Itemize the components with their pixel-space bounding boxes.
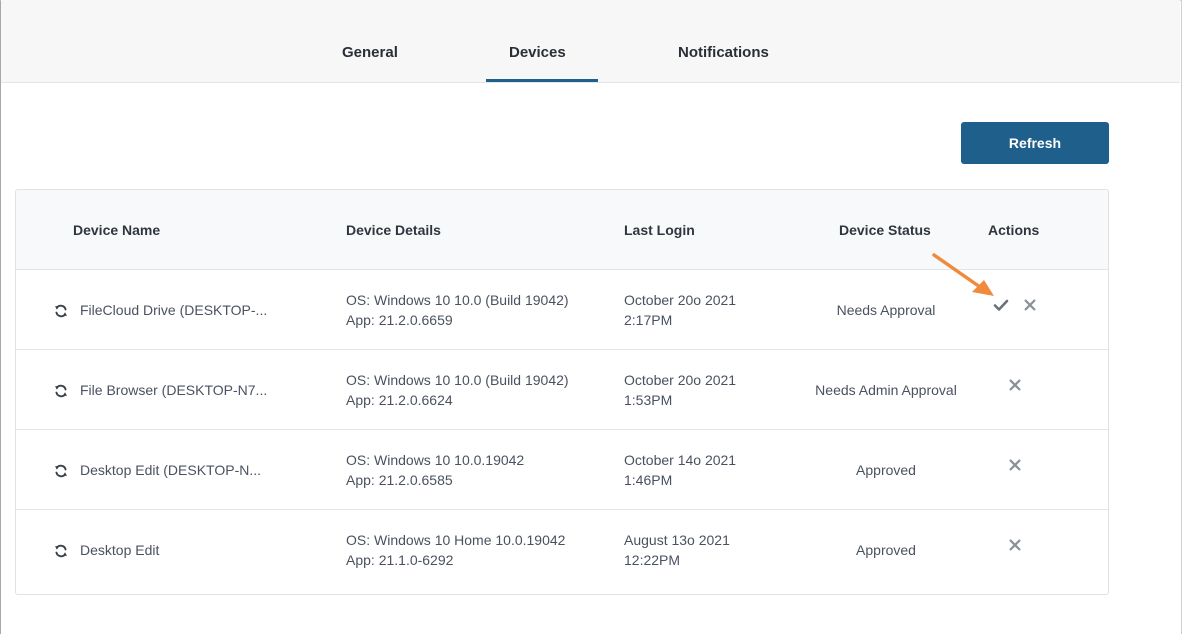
last-login-cell: August 13o 2021 12:22PM — [624, 530, 730, 570]
actions-cell — [976, 537, 1056, 553]
last-login-cell: October 14o 2021 1:46PM — [624, 450, 736, 490]
table-row[interactable]: Desktop Edit OS: Windows 10 Home 10.0.190… — [16, 510, 1108, 590]
tab-devices[interactable]: Devices — [509, 44, 566, 61]
status-badge: Approved — [856, 542, 916, 558]
status-badge: Needs Admin Approval — [815, 382, 957, 398]
header-last-login[interactable]: Last Login — [624, 222, 695, 238]
device-os: OS: Windows 10 10.0 (Build 19042) — [346, 372, 569, 388]
last-login-date: October 14o 2021 — [624, 452, 737, 468]
tab-general[interactable]: General — [342, 44, 398, 61]
reject-icon[interactable] — [1008, 377, 1024, 393]
device-app-version: App: 21.1.0-6292 — [346, 552, 454, 568]
device-os: OS: Windows 10 10.0.19042 — [346, 452, 525, 468]
device-details-cell: OS: Windows 10 10.0 (Build 19042) App: 21… — [346, 370, 569, 410]
reject-icon[interactable] — [1008, 537, 1024, 553]
last-login-time: 1:53PM — [624, 392, 673, 408]
tab-notifications[interactable]: Notifications — [678, 44, 769, 61]
header-device-name[interactable]: Device Name — [73, 222, 160, 238]
last-login-cell: October 20o 2021 1:53PM — [624, 370, 736, 410]
device-app-version: App: 21.2.0.6659 — [346, 312, 453, 328]
table-row[interactable]: Desktop Edit (DESKTOP-N... OS: Windows 10… — [16, 430, 1108, 510]
actions-cell — [976, 457, 1056, 473]
header-device-status[interactable]: Device Status — [839, 222, 931, 238]
last-login-time: 12:22PM — [624, 552, 681, 568]
last-login-date: October 20o 2021 — [624, 372, 737, 388]
device-details-cell: OS: Windows 10 10.0.19042 App: 21.2.0.658… — [346, 450, 524, 490]
reject-icon[interactable] — [1008, 457, 1024, 473]
sync-icon — [54, 463, 68, 478]
device-name-cell: File Browser (DESKTOP-N7... — [54, 380, 267, 400]
device-app-version: App: 21.2.0.6585 — [346, 472, 453, 488]
device-name: Desktop Edit — [80, 542, 160, 558]
device-os: OS: Windows 10 10.0 (Build 19042) — [346, 292, 569, 308]
actions-cell — [976, 377, 1056, 393]
last-login-time: 2:17PM — [624, 312, 673, 328]
annotation-arrow-icon — [932, 253, 994, 296]
active-tab-indicator — [486, 79, 598, 82]
device-name-cell: Desktop Edit (DESKTOP-N... — [54, 460, 261, 480]
device-name-cell: Desktop Edit — [54, 540, 159, 560]
reject-icon[interactable] — [1023, 297, 1039, 313]
last-login-time: 1:46PM — [624, 472, 673, 488]
header-device-details[interactable]: Device Details — [346, 222, 441, 238]
device-app-version: App: 21.2.0.6624 — [346, 392, 453, 408]
device-details-cell: OS: Windows 10 Home 10.0.19042 App: 21.1.… — [346, 530, 565, 570]
last-login-date: August 13o 2021 — [624, 532, 730, 548]
last-login-cell: October 20o 2021 2:17PM — [624, 290, 736, 330]
refresh-button[interactable]: Refresh — [961, 122, 1109, 164]
status-badge: Approved — [856, 462, 916, 478]
status-badge: Needs Approval — [836, 302, 936, 318]
device-name-cell: FileCloud Drive (DESKTOP-... — [54, 300, 267, 320]
last-login-date: October 20o 2021 — [624, 292, 737, 308]
device-name: Desktop Edit (DESKTOP-N... — [80, 462, 262, 478]
tab-bar: General Devices Notifications — [1, 0, 1180, 83]
sync-icon — [54, 543, 68, 558]
device-name: FileCloud Drive (DESKTOP-... — [80, 302, 268, 318]
sync-icon — [54, 383, 68, 398]
sync-icon — [54, 303, 68, 318]
device-details-cell: OS: Windows 10 10.0 (Build 19042) App: 21… — [346, 290, 569, 330]
device-os: OS: Windows 10 Home 10.0.19042 — [346, 532, 566, 548]
device-name: File Browser (DESKTOP-N7... — [80, 382, 268, 398]
header-actions: Actions — [988, 222, 1040, 238]
table-row[interactable]: File Browser (DESKTOP-N7... OS: Windows 1… — [16, 350, 1108, 430]
